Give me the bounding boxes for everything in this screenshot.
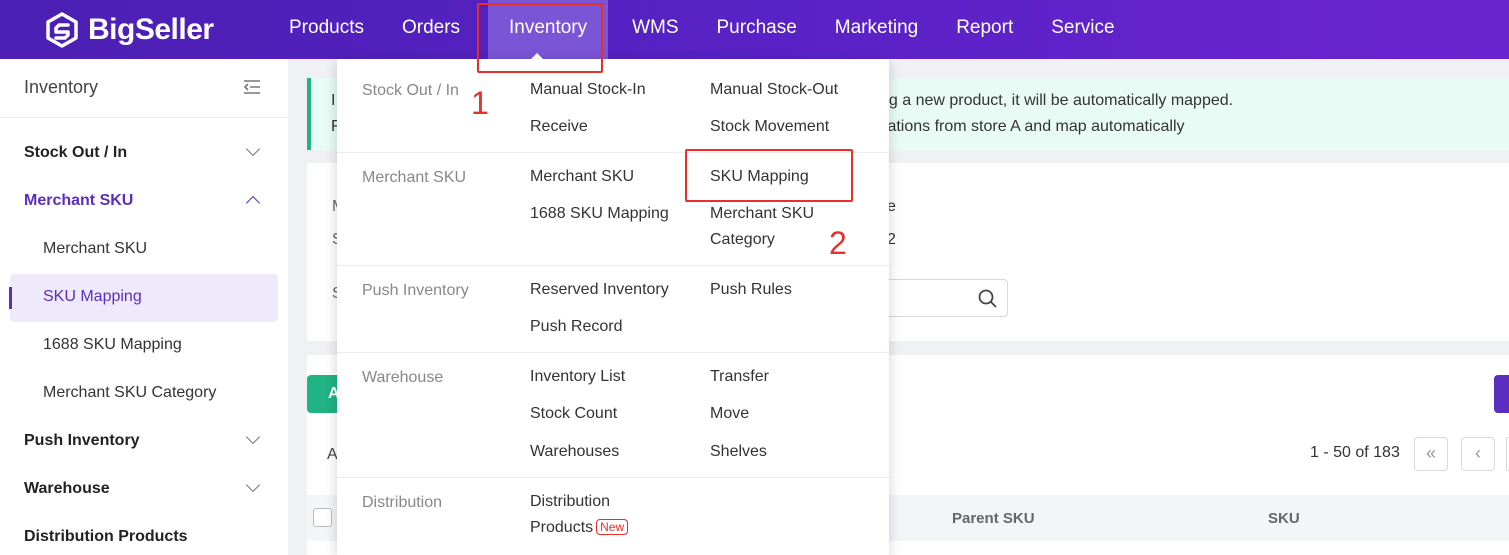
sidebar-subitem-merchant-sku-category[interactable]: Merchant SKU Category xyxy=(43,384,216,402)
group-merchant-sku: Merchant SKU xyxy=(362,169,467,186)
sidebar-item-warehouse[interactable]: Warehouse xyxy=(24,480,110,498)
menu-push-record[interactable]: Push Record xyxy=(530,314,623,340)
sidebar-title: Inventory xyxy=(24,77,99,97)
main-nav: Products Orders Inventory WMS Purchase M… xyxy=(270,0,1134,59)
menu-1688-sku-mapping[interactable]: 1688 SKU Mapping xyxy=(530,201,669,227)
prev-page-icon[interactable]: ‹ xyxy=(1461,437,1495,471)
select-all-checkbox[interactable] xyxy=(313,508,332,527)
notice-line1-start: I xyxy=(331,92,336,109)
nav-orders[interactable]: Orders xyxy=(383,0,479,59)
collapse-sidebar-icon[interactable] xyxy=(243,79,261,95)
nav-report[interactable]: Report xyxy=(937,0,1032,59)
menu-receive[interactable]: Receive xyxy=(530,114,588,140)
group-distribution: Distribution xyxy=(362,494,443,511)
active-indicator xyxy=(9,287,12,309)
annotation-number-1: 1 xyxy=(471,85,489,121)
menu-reserved-inventory[interactable]: Reserved Inventory xyxy=(530,277,669,303)
divider xyxy=(337,477,889,478)
menu-warehouses[interactable]: Warehouses xyxy=(530,439,619,465)
column-parent-sku: Parent SKU xyxy=(952,510,1035,527)
menu-push-rules[interactable]: Push Rules xyxy=(710,277,792,303)
notice-line1: ng a new product, it will be automatical… xyxy=(880,92,1234,109)
bigseller-logo-icon xyxy=(46,12,78,48)
highlight-box-sku-mapping xyxy=(685,149,853,202)
divider xyxy=(337,352,889,353)
menu-inventory-list[interactable]: Inventory List xyxy=(530,364,625,390)
search-icon[interactable] xyxy=(978,289,998,309)
group-stock-out-in: Stock Out / In xyxy=(362,82,459,99)
menu-stock-count[interactable]: Stock Count xyxy=(530,401,617,427)
menu-stock-movement[interactable]: Stock Movement xyxy=(710,114,829,140)
column-sku: SKU xyxy=(1268,510,1300,527)
brand-logo[interactable]: BigSeller xyxy=(44,10,214,50)
menu-manual-stock-out[interactable]: Manual Stock-Out xyxy=(710,77,838,103)
menu-move[interactable]: Move xyxy=(710,401,749,427)
sidebar-item-stock-out-in[interactable]: Stock Out / In xyxy=(24,144,127,162)
menu-distribution-line1: Distribution xyxy=(530,493,611,510)
divider xyxy=(337,265,889,266)
menu-distribution-line2: Products xyxy=(530,519,594,536)
menu-transfer[interactable]: Transfer xyxy=(710,364,769,390)
highlight-box-inventory xyxy=(477,3,603,73)
search-input[interactable] xyxy=(880,279,1008,317)
sidebar-subitem-1688-sku-mapping[interactable]: 1688 SKU Mapping xyxy=(43,336,182,354)
notice-line2: elations from store A and map automatica… xyxy=(875,118,1185,135)
nav-marketing[interactable]: Marketing xyxy=(816,0,937,59)
sidebar-subitem-merchant-sku[interactable]: Merchant SKU xyxy=(43,240,147,258)
group-push-inventory: Push Inventory xyxy=(362,282,469,299)
sidebar-subitem-sku-mapping[interactable]: SKU Mapping xyxy=(43,288,142,306)
nav-purchase[interactable]: Purchase xyxy=(698,0,816,59)
new-badge: New xyxy=(596,519,629,535)
menu-shelves[interactable]: Shelves xyxy=(710,439,767,465)
sidebar-item-merchant-sku[interactable]: Merchant SKU xyxy=(24,192,133,210)
inventory-dropdown-menu: Stock Out / In Manual Stock-In Manual St… xyxy=(337,59,889,555)
primary-action-button[interactable] xyxy=(1494,375,1509,413)
sidebar-header: Inventory xyxy=(0,59,288,118)
menu-distribution-products[interactable]: Distribution Products New xyxy=(530,489,629,541)
pagination-range: 1 - 50 of 183 xyxy=(1310,444,1400,461)
menu-manual-stock-in[interactable]: Manual Stock-In xyxy=(530,77,646,103)
brand-name: BigSeller xyxy=(88,13,214,46)
first-page-icon[interactable]: « xyxy=(1414,437,1448,471)
nav-products[interactable]: Products xyxy=(270,0,383,59)
menu-merchant-sku-category[interactable]: Merchant SKU Category xyxy=(710,201,840,253)
group-warehouse: Warehouse xyxy=(362,369,444,386)
nav-service[interactable]: Service xyxy=(1032,0,1133,59)
top-nav-bar: BigSeller Products Orders Inventory WMS … xyxy=(0,0,1509,61)
sidebar-item-distribution-products[interactable]: Distribution Products xyxy=(24,528,188,546)
sidebar-item-push-inventory[interactable]: Push Inventory xyxy=(24,432,140,450)
annotation-number-2: 2 xyxy=(829,225,847,261)
nav-wms[interactable]: WMS xyxy=(613,0,697,59)
menu-merchant-sku[interactable]: Merchant SKU xyxy=(530,164,634,190)
